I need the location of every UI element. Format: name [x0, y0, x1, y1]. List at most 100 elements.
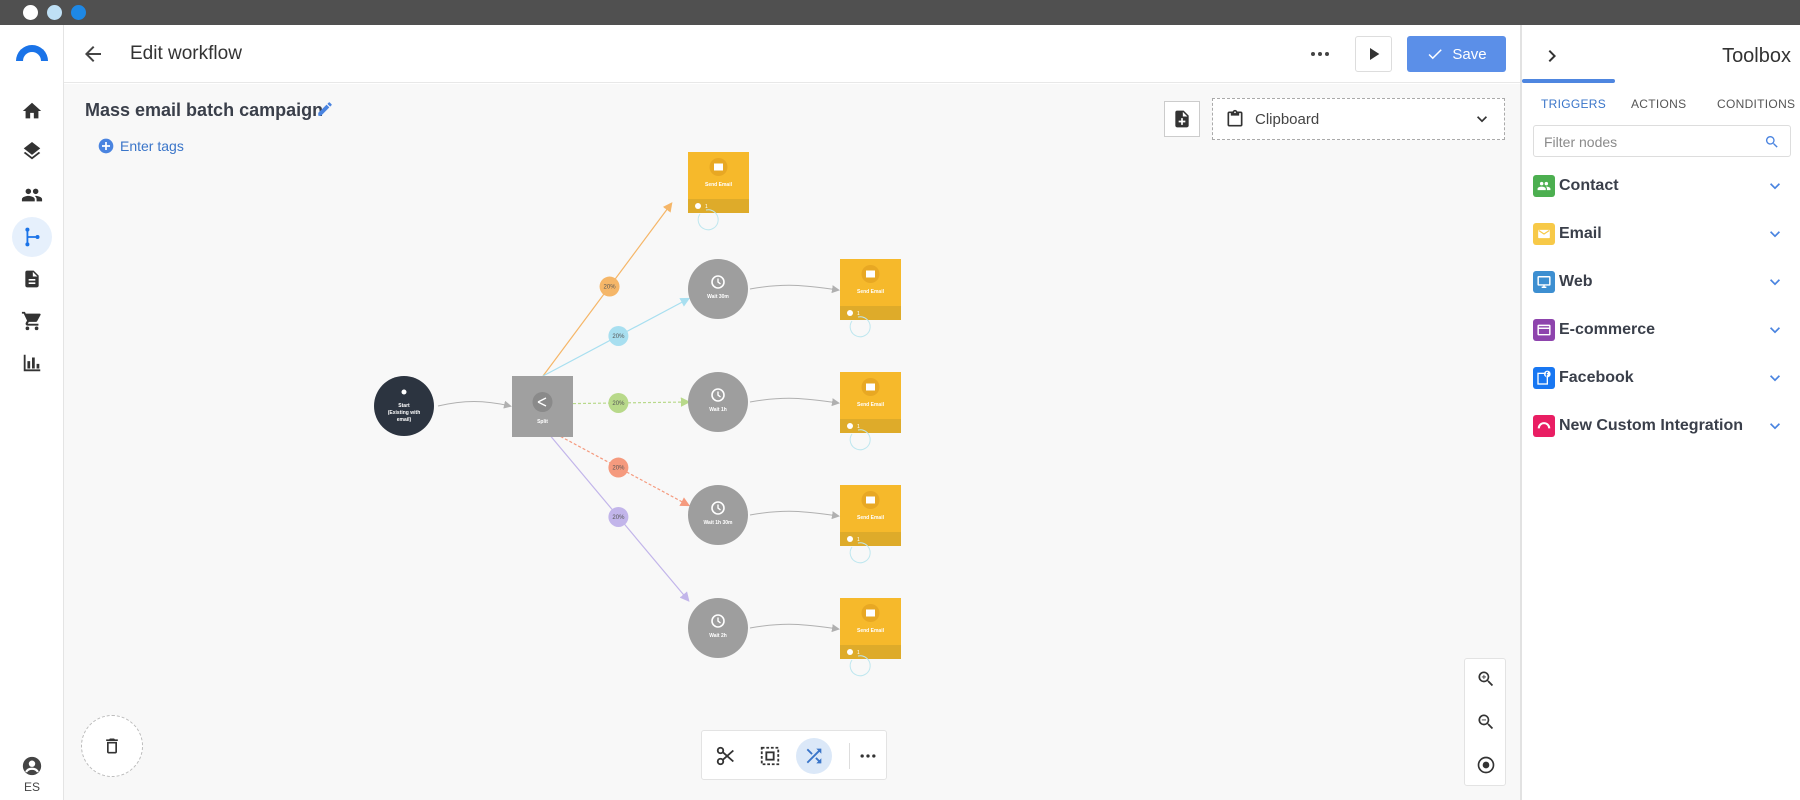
start-label-1: Start	[398, 403, 410, 409]
wait-node-label: Wait 2h	[709, 633, 727, 639]
brand-logo[interactable]	[16, 45, 48, 61]
nav-contacts[interactable]	[12, 175, 52, 215]
people-icon	[401, 389, 407, 395]
contact-count-icon	[695, 203, 701, 209]
wait-node[interactable]: Wait 30m	[688, 259, 748, 319]
layers-icon	[23, 142, 41, 160]
play-icon	[1369, 48, 1379, 60]
tab-triggers[interactable]: TRIGGERS	[1541, 97, 1606, 111]
category-label: Web	[1559, 273, 1593, 290]
email-node-label: Send Email	[705, 182, 733, 188]
start-label-2: (Existing with	[388, 410, 421, 416]
edge-start-split	[437, 400, 512, 409]
category-label: E-commerce	[1559, 321, 1656, 338]
wait-node-label: Wait 1h 30m	[704, 520, 734, 526]
nav-workflows[interactable]	[12, 217, 52, 257]
category-label: New Custom Integration	[1559, 417, 1744, 434]
cut-button[interactable]	[708, 738, 744, 774]
run-workflow-button[interactable]	[1355, 36, 1392, 72]
workflow-canvas[interactable]: Mass email batch campaign Enter tags Cli…	[64, 84, 1520, 800]
auto-layout-button[interactable]	[796, 738, 832, 774]
contact-count: 1	[857, 650, 860, 656]
percent-label: 20%	[612, 401, 625, 407]
wait-node[interactable]: Wait 2h	[688, 598, 748, 658]
cart-icon	[21, 311, 41, 331]
recenter-button[interactable]	[1472, 751, 1500, 779]
filter-nodes-input[interactable]	[1544, 132, 1744, 152]
window-close-button[interactable]	[23, 5, 38, 20]
email-icon	[866, 496, 875, 504]
save-button[interactable]: Save	[1407, 36, 1506, 72]
email-icon	[866, 609, 875, 617]
contact-count: 1	[705, 204, 708, 210]
percent-label: 20%	[604, 285, 617, 291]
target-icon	[1477, 756, 1495, 774]
toolbar-more-button[interactable]	[850, 738, 886, 774]
edge-wait-email	[749, 510, 840, 520]
send-email-node[interactable]: Send Email 1	[840, 598, 901, 677]
check-icon	[1428, 49, 1443, 60]
workflow-icon	[25, 227, 40, 247]
wait-node-body	[688, 372, 748, 432]
zoom-out-button[interactable]	[1472, 708, 1500, 736]
nav-reports[interactable]	[12, 343, 52, 383]
edge-wait-email	[749, 623, 840, 633]
more-options-icon[interactable]	[1308, 42, 1332, 66]
nav-commerce[interactable]	[12, 301, 52, 341]
send-email-node[interactable]: Send Email 1	[840, 485, 901, 564]
document-icon	[25, 270, 39, 288]
wait-node-body	[688, 598, 748, 658]
tab-conditions[interactable]: CONDITIONS	[1717, 97, 1795, 111]
category-ecommerce[interactable]: E-commerce	[1533, 312, 1791, 348]
back-arrow-icon[interactable]	[81, 42, 105, 66]
send-email-node[interactable]: Send Email 1	[688, 152, 749, 231]
category-custom-integration[interactable]: New Custom Integration	[1533, 408, 1791, 444]
category-email[interactable]: Email	[1533, 216, 1791, 252]
start-node[interactable]: Start(Existing withemail)	[374, 376, 434, 436]
send-email-node[interactable]: Send Email 1	[840, 259, 901, 338]
wait-node[interactable]: Wait 1h 30m	[688, 485, 748, 545]
chevron-down-icon	[1770, 231, 1780, 238]
contact-count-icon	[847, 310, 853, 316]
save-label: Save	[1452, 45, 1487, 63]
email-node-label: Send Email	[857, 289, 885, 295]
tab-actions[interactable]: ACTIONS	[1631, 97, 1686, 111]
delete-drop-zone[interactable]	[81, 715, 143, 777]
email-icon	[866, 383, 875, 391]
select-area-button[interactable]	[752, 738, 788, 774]
window-minimize-button[interactable]	[47, 5, 62, 20]
chevron-down-icon	[1770, 423, 1780, 430]
nav-documents[interactable]	[12, 259, 52, 299]
zoom-in-button[interactable]	[1472, 665, 1500, 693]
home-icon	[22, 102, 42, 119]
toolbox-panel: Toolbox TRIGGERS ACTIONS CONDITIONS Cont…	[1520, 25, 1800, 800]
email-node-label: Send Email	[857, 402, 885, 408]
split-node[interactable]: Split	[512, 376, 573, 437]
wait-node-body	[688, 485, 748, 545]
nav-home[interactable]	[12, 91, 52, 131]
trash-icon	[106, 738, 118, 754]
wait-node-label: Wait 1h	[709, 407, 727, 413]
active-tab-indicator	[1522, 79, 1615, 83]
percent-label: 20%	[612, 466, 625, 472]
window-maximize-button[interactable]	[71, 5, 86, 20]
user-menu[interactable]: ES	[12, 755, 52, 794]
branch-percent-badge: 20%	[608, 506, 629, 527]
category-label: Email	[1559, 225, 1602, 242]
shuffle-icon	[806, 748, 822, 764]
wait-node[interactable]: Wait 1h	[688, 372, 748, 432]
chevron-right-icon[interactable]	[1540, 44, 1564, 68]
nav-layers[interactable]	[12, 133, 52, 173]
zoom-in-icon	[1478, 671, 1494, 687]
wait-node-label: Wait 30m	[707, 294, 729, 300]
category-contact[interactable]: Contact	[1533, 168, 1791, 204]
integration-icon	[1533, 415, 1555, 437]
category-web[interactable]: Web	[1533, 264, 1791, 300]
zoom-out-icon	[1478, 714, 1494, 730]
user-initials: ES	[23, 780, 40, 794]
category-facebook[interactable]: Facebook	[1533, 360, 1791, 396]
monitor-icon	[1533, 271, 1555, 293]
people-icon	[21, 188, 43, 202]
contact-count: 1	[857, 311, 860, 317]
send-email-node[interactable]: Send Email 1	[840, 372, 901, 451]
